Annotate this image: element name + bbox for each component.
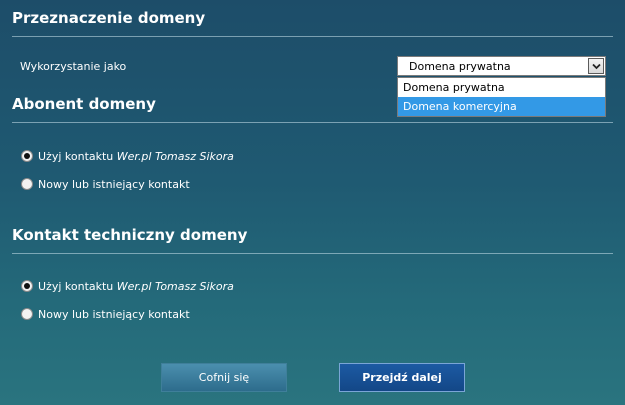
divider-subscriber [12,122,613,123]
divider-purpose [12,36,613,37]
option-commercial-domain[interactable]: Domena komercyjna [398,97,605,116]
section-title-tech-contact: Kontakt techniczny domeny [12,226,248,244]
select-current-value: Domena prywatna [409,60,511,73]
radio-unchecked-icon [21,178,33,190]
use-contact-prefix: Użyj kontaktu [38,280,117,293]
dropdown-arrow-button[interactable] [588,58,604,74]
domain-usage-select[interactable]: Domena prywatna [397,56,606,76]
option-private-domain[interactable]: Domena prywatna [398,78,605,97]
divider-tech-contact [12,253,613,254]
subscriber-use-contact-radio[interactable]: Użyj kontaktu Wer.pl Tomasz Sikora [21,150,234,163]
chevron-down-icon [592,63,601,70]
domain-usage-dropdown: Domena prywatna Domena komercyjna [397,77,606,117]
next-button[interactable]: Przejdź dalej [339,363,465,392]
tech-other-contact-radio[interactable]: Nowy lub istniejący kontakt [21,308,190,321]
usage-label: Wykorzystanie jako [20,60,127,73]
radio-unchecked-icon [21,308,33,320]
use-contact-prefix: Użyj kontaktu [38,150,117,163]
contact-name: Wer.pl Tomasz Sikora [116,150,234,163]
tech-use-contact-radio[interactable]: Użyj kontaktu Wer.pl Tomasz Sikora [21,280,234,293]
section-title-purpose: Przeznaczenie domeny [12,9,206,27]
section-title-subscriber: Abonent domeny [12,95,156,113]
subscriber-other-contact-radio[interactable]: Nowy lub istniejący kontakt [21,178,190,191]
radio-checked-icon [21,150,33,162]
radio-checked-icon [21,280,33,292]
contact-name: Wer.pl Tomasz Sikora [116,280,234,293]
other-contact-label: Nowy lub istniejący kontakt [38,178,190,191]
other-contact-label: Nowy lub istniejący kontakt [38,308,190,321]
back-button[interactable]: Cofnij się [161,363,287,392]
